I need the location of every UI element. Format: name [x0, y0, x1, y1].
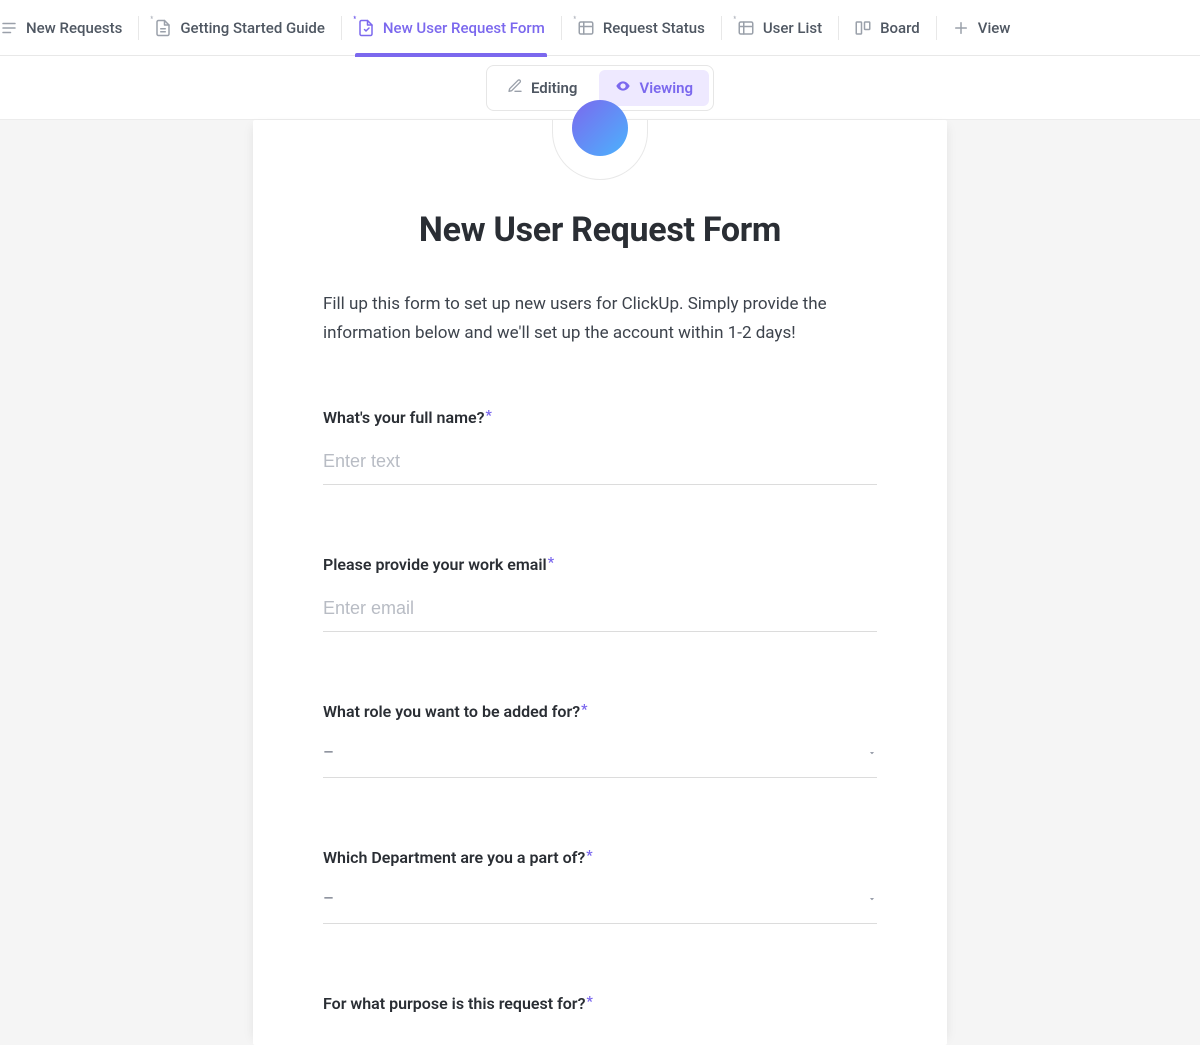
form-canvas: New User Request Form Fill up this form …: [0, 120, 1200, 1045]
tab-new-user-request-form[interactable]: New User Request Form: [341, 0, 561, 56]
required-star: *: [485, 408, 491, 424]
field-label-text: What's your full name?: [323, 408, 484, 427]
table-icon: [737, 19, 755, 37]
pin-icon: [148, 11, 158, 29]
field-department: Which Department are you a part of?* –: [323, 848, 877, 924]
form-title: New User Request Form: [253, 210, 947, 250]
editing-mode-button[interactable]: Editing: [491, 70, 594, 106]
tab-request-status[interactable]: Request Status: [561, 0, 721, 56]
editing-mode-label: Editing: [531, 79, 578, 97]
form-card: New User Request Form Fill up this form …: [253, 120, 947, 1045]
viewing-mode-label: Viewing: [639, 79, 693, 97]
add-view-button[interactable]: View: [936, 0, 1027, 56]
table-icon: [577, 19, 595, 37]
eye-icon: [615, 78, 631, 98]
required-star: *: [548, 555, 554, 571]
field-work-email: Please provide your work email*: [323, 555, 877, 632]
doc-icon: [154, 19, 172, 37]
tab-user-list[interactable]: User List: [721, 0, 838, 56]
pin-icon: [351, 11, 361, 29]
caret-down-icon: [867, 889, 877, 908]
required-star: *: [586, 848, 592, 864]
role-select[interactable]: –: [323, 739, 877, 778]
tab-getting-started-guide[interactable]: Getting Started Guide: [138, 0, 341, 56]
plus-icon: [952, 19, 970, 37]
department-select[interactable]: –: [323, 885, 877, 924]
field-label-department: Which Department are you a part of?*: [323, 848, 877, 867]
form-icon: [357, 19, 375, 37]
pencil-icon: [507, 78, 523, 98]
tab-label: Board: [880, 19, 920, 37]
tab-label: Getting Started Guide: [180, 19, 325, 37]
required-star: *: [586, 994, 592, 1010]
form-body: Fill up this form to set up new users fo…: [253, 290, 947, 1013]
field-label-purpose: For what purpose is this request for?*: [323, 994, 877, 1013]
field-full-name: What's your full name?*: [323, 408, 877, 485]
field-purpose: For what purpose is this request for?*: [323, 994, 877, 1013]
tab-label: New Requests: [26, 19, 122, 37]
add-view-label: View: [978, 19, 1011, 37]
field-label-full-name: What's your full name?*: [323, 408, 877, 427]
role-select-value: –: [323, 743, 334, 763]
field-label-text: What role you want to be added for?: [323, 702, 580, 721]
form-avatar: [572, 100, 628, 156]
pin-icon: [571, 11, 581, 29]
required-star: *: [581, 702, 587, 718]
tab-label: New User Request Form: [383, 19, 545, 37]
field-label-role: What role you want to be added for?*: [323, 702, 877, 721]
caret-down-icon: [867, 743, 877, 762]
field-label-text: For what purpose is this request for?: [323, 994, 585, 1013]
viewing-mode-button[interactable]: Viewing: [599, 70, 709, 106]
field-role: What role you want to be added for?* –: [323, 702, 877, 778]
tab-label: Request Status: [603, 19, 705, 37]
board-icon: [854, 19, 872, 37]
department-select-value: –: [323, 889, 334, 909]
tab-label: User List: [763, 19, 822, 37]
field-label-text: Which Department are you a part of?: [323, 848, 585, 867]
tab-board[interactable]: Board: [838, 0, 936, 56]
view-tabs-bar: New Requests Getting Started Guide: [0, 0, 1200, 56]
form-description: Fill up this form to set up new users fo…: [323, 290, 877, 348]
work-email-input[interactable]: [323, 592, 877, 632]
list-icon: [0, 19, 18, 37]
field-label-work-email: Please provide your work email*: [323, 555, 877, 574]
form-avatar-ring: [552, 120, 648, 180]
pin-icon: [731, 11, 741, 29]
full-name-input[interactable]: [323, 445, 877, 485]
field-label-text: Please provide your work email: [323, 555, 547, 574]
tab-new-requests[interactable]: New Requests: [0, 0, 138, 56]
